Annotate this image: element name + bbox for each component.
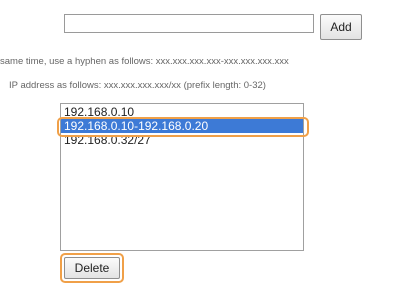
address-list[interactable]: 192.168.0.10 192.168.0.10-192.168.0.20 1… (60, 103, 304, 251)
prefix-format-instruction: IP address as follows: xxx.xxx.xxx.xxx/x… (9, 80, 266, 91)
list-item[interactable]: 192.168.0.32/27 (61, 133, 303, 147)
delete-button[interactable]: Delete (64, 257, 120, 279)
range-format-instruction: same time, use a hyphen as follows: xxx.… (0, 56, 289, 67)
list-item[interactable]: 192.168.0.10 (61, 105, 303, 119)
list-item-selected[interactable]: 192.168.0.10-192.168.0.20 (61, 119, 303, 133)
address-input[interactable] (64, 14, 314, 33)
add-button[interactable]: Add (320, 14, 362, 40)
